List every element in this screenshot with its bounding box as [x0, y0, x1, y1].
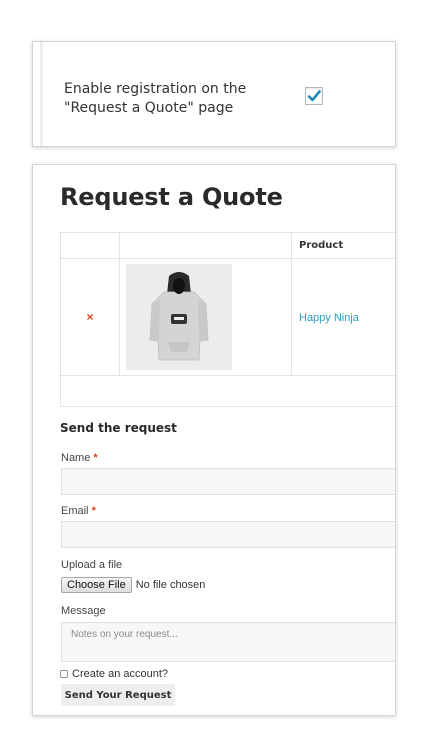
required-marker: * [93, 452, 98, 464]
name-input[interactable] [61, 468, 395, 495]
product-cell: Happy Ninja [291, 258, 395, 376]
create-account-row: Create an account? [60, 668, 168, 680]
panel-accent-bar [40, 42, 43, 146]
message-label: Message [61, 605, 106, 617]
send-request-button[interactable]: Send Your Request [61, 684, 175, 706]
create-account-checkbox[interactable] [60, 670, 68, 678]
email-input[interactable] [61, 521, 395, 548]
empty-cell [60, 375, 395, 407]
message-placeholder: Notes on your request... [71, 629, 178, 640]
email-label-text: Email [61, 505, 89, 517]
enable-registration-checkbox[interactable] [305, 87, 323, 105]
choose-file-button[interactable]: Choose File [61, 577, 132, 593]
request-quote-panel: Request a Quote Product × Happy Ninja Se… [32, 164, 396, 716]
create-account-label: Create an account? [72, 668, 169, 680]
required-marker: * [91, 505, 96, 517]
no-file-text: No file chosen [135, 579, 206, 591]
name-label-text: Name [61, 452, 91, 464]
column-header-product: Product [291, 232, 395, 259]
remove-item-icon[interactable]: × [61, 310, 119, 324]
product-thumbnail[interactable] [126, 264, 232, 370]
column-header-remove [60, 232, 120, 259]
table-row: × Happy Ninja [60, 258, 395, 376]
email-label: Email * [61, 505, 96, 517]
form-heading: Send the request [60, 421, 177, 435]
name-label: Name * [61, 452, 98, 464]
message-textarea[interactable]: Notes on your request... [61, 622, 395, 662]
file-upload: Choose File No file chosen [61, 577, 205, 593]
remove-cell: × [60, 258, 120, 376]
hoodie-icon [126, 264, 232, 370]
quote-table: Product × Happy Ninja [60, 232, 395, 407]
upload-label: Upload a file [61, 559, 123, 571]
table-header-row: Product [60, 232, 395, 259]
table-footer-row [60, 375, 395, 407]
column-header-thumbnail [119, 232, 292, 259]
thumbnail-cell [119, 258, 292, 376]
settings-panel: Enable registration on the "Request a Qu… [32, 41, 396, 147]
checkmark-icon [307, 90, 321, 102]
enable-registration-label: Enable registration on the "Request a Qu… [64, 81, 247, 116]
product-link[interactable]: Happy Ninja [292, 312, 359, 324]
page-title: Request a Quote [60, 183, 283, 211]
